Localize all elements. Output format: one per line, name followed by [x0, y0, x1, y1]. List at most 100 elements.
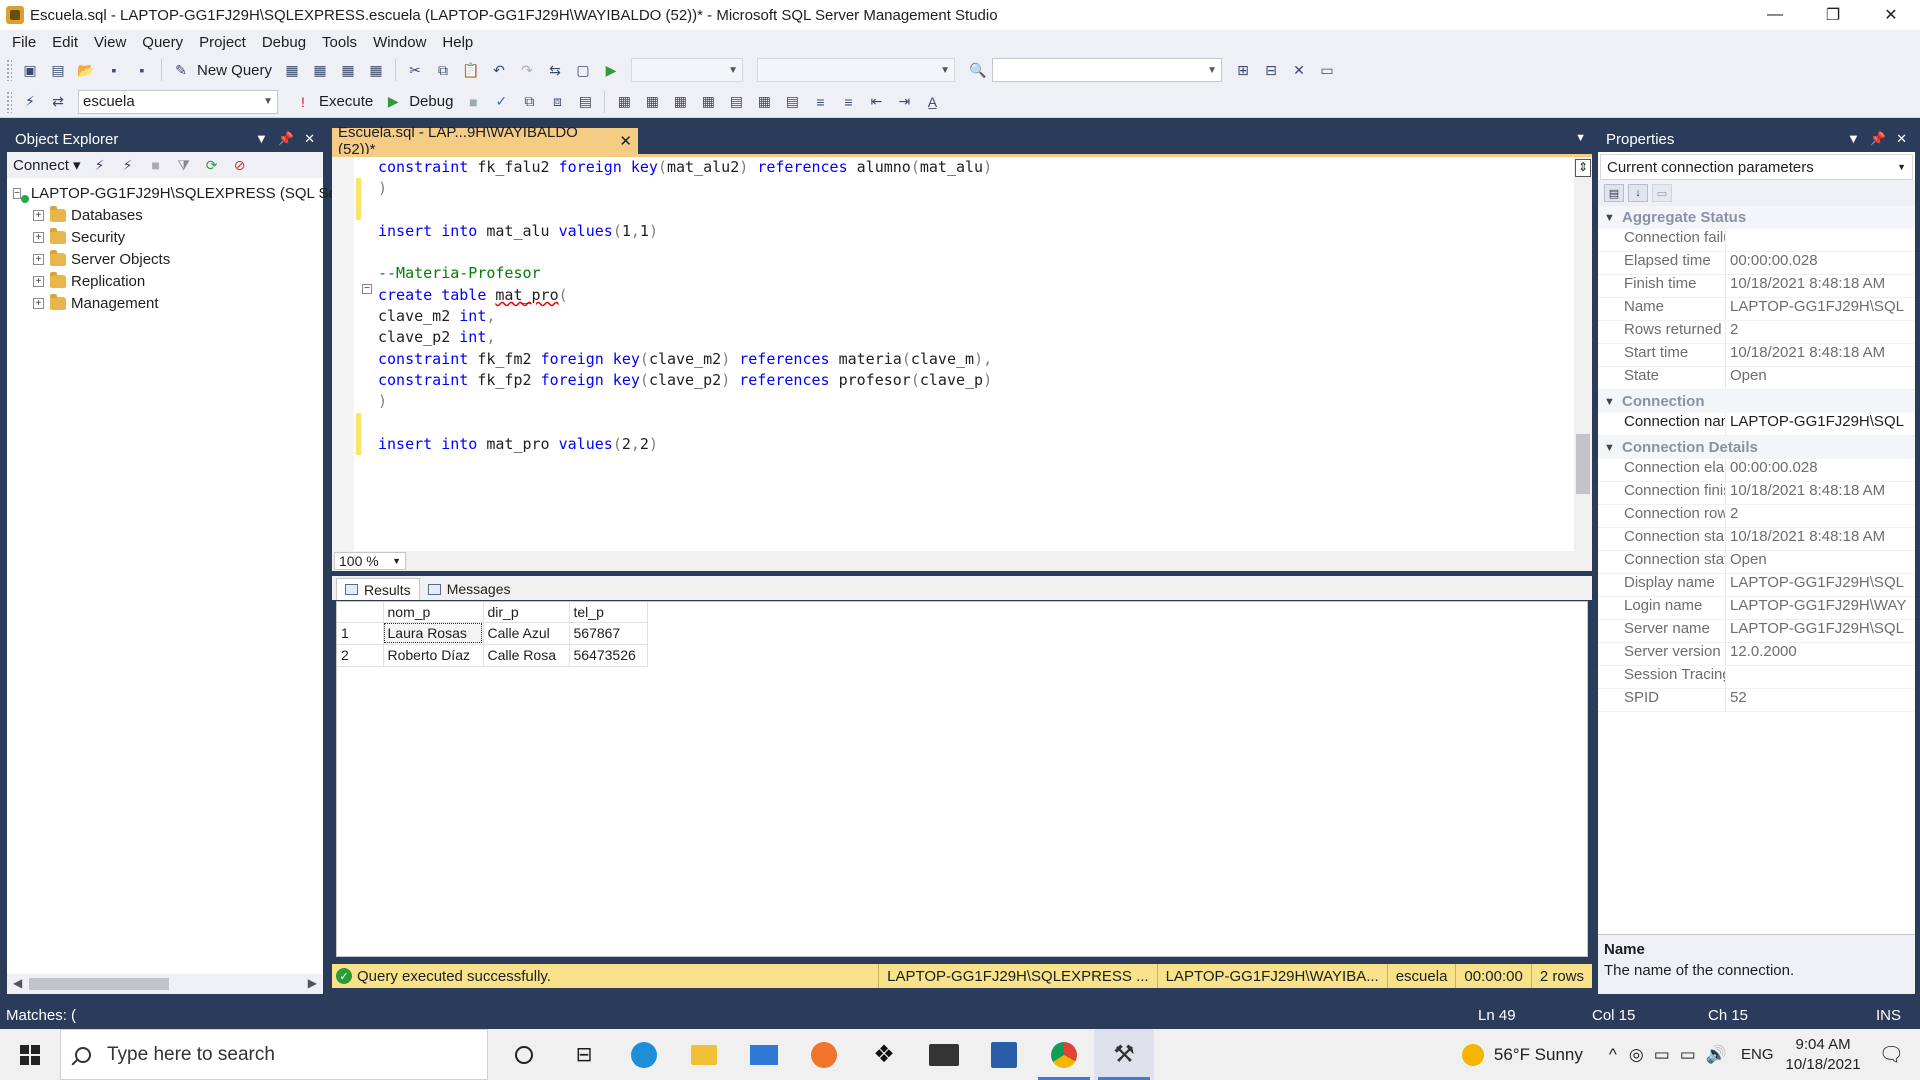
collapse-icon[interactable]: −: [13, 187, 21, 199]
run-icon[interactable]: ▶: [600, 59, 622, 81]
solution-config-combo[interactable]: ▼: [631, 58, 744, 82]
connect-icon[interactable]: ⚡: [19, 91, 41, 113]
property-row[interactable]: Server name LAPTOP-GG1FJ29H\SQL: [1598, 620, 1915, 643]
panel-dropdown-icon[interactable]: ▼: [1847, 131, 1860, 147]
property-row[interactable]: Login name LAPTOP-GG1FJ29H\WAY: [1598, 597, 1915, 620]
property-row[interactable]: Connection elapse00:00:00.028: [1598, 459, 1915, 482]
results-grid[interactable]: nom_p dir_p tel_p 1 Laura Rosas Calle Az…: [336, 601, 1588, 957]
panel-close-icon[interactable]: ✕: [304, 131, 315, 147]
property-row[interactable]: State Open: [1598, 367, 1915, 390]
amazon-icon[interactable]: [914, 1029, 974, 1080]
menu-project[interactable]: Project: [191, 34, 254, 51]
volume-icon[interactable]: 🔊: [1706, 1045, 1727, 1065]
client-stats-icon[interactable]: ▦: [697, 91, 719, 113]
expand-icon[interactable]: +: [33, 275, 44, 287]
activity-monitor-icon[interactable]: ⊘: [229, 154, 251, 176]
database-selector[interactable]: escuela ▼: [78, 89, 278, 114]
menu-file[interactable]: File: [4, 34, 44, 51]
tab-close-icon[interactable]: ✕: [619, 132, 632, 150]
network-icon[interactable]: ▭: [1680, 1045, 1696, 1065]
expand-icon[interactable]: +: [33, 231, 44, 243]
increase-indent-icon[interactable]: ⇥: [893, 91, 915, 113]
pin-icon[interactable]: 📌: [278, 131, 294, 147]
mdx-query-icon[interactable]: ▦: [309, 59, 331, 81]
xmla-query-icon[interactable]: ▦: [365, 59, 387, 81]
editor-vscrollbar[interactable]: ⇕: [1574, 157, 1592, 551]
task-view-button[interactable]: [494, 1029, 554, 1080]
zoom-selector[interactable]: 100 % ▼: [334, 552, 406, 570]
table-cell[interactable]: Calle Azul: [483, 622, 570, 645]
db-engine-query-icon[interactable]: ▦: [281, 59, 303, 81]
property-row[interactable]: Elapsed time 00:00:00.028: [1598, 252, 1915, 275]
intellisense-icon[interactable]: ▦: [613, 91, 635, 113]
property-row[interactable]: Connection start ti10/18/2021 8:48:18 AM: [1598, 528, 1915, 551]
scroll-thumb[interactable]: [29, 978, 169, 990]
tree-node-server-objects[interactable]: + Server Objects: [7, 248, 323, 270]
file-explorer-icon[interactable]: [674, 1029, 734, 1080]
expand-icon[interactable]: +: [33, 209, 44, 221]
table-cell[interactable]: Calle Rosa: [483, 644, 570, 667]
specify-values-icon[interactable]: A̲: [921, 91, 943, 113]
open-file-icon[interactable]: 📂: [75, 59, 97, 81]
save-icon[interactable]: ▪: [103, 59, 125, 81]
minimize-button[interactable]: —: [1746, 0, 1804, 30]
tree-node-security[interactable]: + Security: [7, 226, 323, 248]
menu-help[interactable]: Help: [434, 34, 481, 51]
property-row[interactable]: Connection finish t10/18/2021 8:48:18 AM: [1598, 482, 1915, 505]
screenshot-icon[interactable]: ▢: [572, 59, 594, 81]
property-category[interactable]: ▼ Connection Details: [1598, 436, 1915, 459]
menu-tools[interactable]: Tools: [314, 34, 365, 51]
tab-escuela-sql[interactable]: Escuela.sql - LAP...9H\WAYIBALDO (52))* …: [332, 124, 638, 158]
weather-sun-icon[interactable]: [1461, 1043, 1484, 1066]
add-item-icon[interactable]: ▤: [47, 59, 69, 81]
taskbar-search-box[interactable]: Type here to search: [60, 1029, 488, 1080]
alphabetical-icon[interactable]: ↓: [1628, 184, 1648, 202]
registered-servers-icon[interactable]: ⊞: [1232, 59, 1254, 81]
debug-play-icon[interactable]: ▶: [382, 91, 404, 113]
table-cell[interactable]: Roberto Díaz: [383, 644, 484, 667]
menu-edit[interactable]: Edit: [44, 34, 86, 51]
property-category[interactable]: ▼ Connection: [1598, 390, 1915, 413]
tree-node-replication[interactable]: + Replication: [7, 270, 323, 292]
execute-button[interactable]: Execute: [319, 93, 373, 110]
tab-list-dropdown-icon[interactable]: ▼: [1575, 132, 1586, 144]
navigate-icon[interactable]: ⇆: [544, 59, 566, 81]
word-icon[interactable]: [974, 1029, 1034, 1080]
query-designer-icon[interactable]: ⧈: [546, 91, 568, 113]
scroll-right-icon[interactable]: ▶: [308, 976, 317, 990]
new-project-icon[interactable]: ▣: [19, 59, 41, 81]
panel-close-icon[interactable]: ✕: [1896, 131, 1907, 147]
table-cell[interactable]: 567867: [569, 622, 648, 645]
connect-object-explorer-icon[interactable]: ⚡: [89, 154, 111, 176]
analyze-query-icon[interactable]: ▤: [574, 91, 596, 113]
new-query-icon[interactable]: ✎: [170, 59, 192, 81]
code-collapse-icon[interactable]: −: [362, 284, 372, 294]
row-number-header[interactable]: [337, 602, 384, 623]
language-indicator[interactable]: ENG: [1741, 1046, 1774, 1063]
row-number[interactable]: 1: [337, 622, 384, 645]
uncomment-icon[interactable]: ≡: [837, 91, 859, 113]
table-cell[interactable]: 56473526: [569, 644, 648, 667]
property-row[interactable]: Name LAPTOP-GG1FJ29H\SQL: [1598, 298, 1915, 321]
menu-debug[interactable]: Debug: [254, 34, 314, 51]
find-combo[interactable]: ▼: [992, 58, 1223, 82]
task-view-icon[interactable]: ⊟: [554, 1029, 614, 1080]
property-row[interactable]: Connection rows r2: [1598, 505, 1915, 528]
expand-icon[interactable]: +: [33, 253, 44, 265]
change-connection-icon[interactable]: ⇄: [47, 91, 69, 113]
tree-node-databases[interactable]: + Databases: [7, 204, 323, 226]
split-editor-icon[interactable]: ⇕: [1575, 159, 1591, 177]
parse-icon[interactable]: ✓: [490, 91, 512, 113]
tab-results[interactable]: Results: [336, 578, 420, 600]
close-button[interactable]: ✕: [1862, 0, 1920, 30]
find-in-files-icon[interactable]: 🔍: [967, 59, 989, 81]
categorized-icon[interactable]: ▤: [1604, 184, 1624, 202]
firefox-icon[interactable]: [794, 1029, 854, 1080]
properties-window-icon[interactable]: ✕: [1288, 59, 1310, 81]
tab-messages[interactable]: Messages: [420, 578, 519, 600]
results-to-file-icon[interactable]: ▤: [781, 91, 803, 113]
undo-icon[interactable]: ↶: [488, 59, 510, 81]
sql-editor[interactable]: − constraint fk_falu2 foreign key(mat_al…: [332, 157, 1592, 551]
column-header[interactable]: dir_p: [483, 602, 570, 623]
connect-dropdown[interactable]: Connect ▾: [13, 156, 81, 174]
